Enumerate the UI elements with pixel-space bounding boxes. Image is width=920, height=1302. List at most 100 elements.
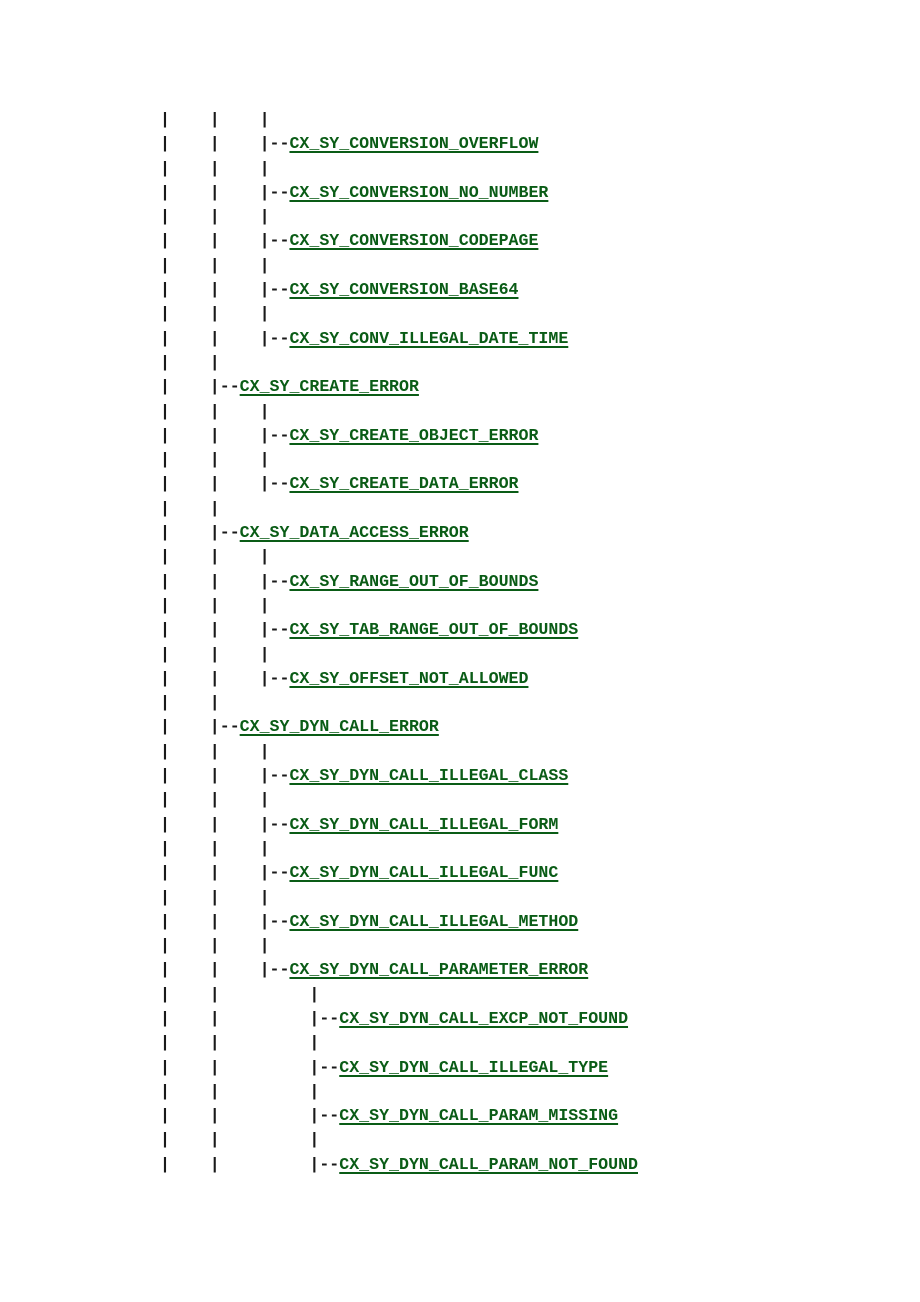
tree-row-connector: | | | (160, 1080, 638, 1104)
tree-branch-glyph: | | |-- (160, 668, 290, 688)
exception-class-link[interactable]: CX_SY_DYN_CALL_ILLEGAL_FUNC (289, 863, 558, 882)
exception-class-link[interactable]: CX_SY_DYN_CALL_PARAM_NOT_FOUND (339, 1155, 638, 1174)
exception-class-link[interactable]: CX_SY_DYN_CALL_ILLEGAL_FORM (289, 815, 558, 834)
exception-class-link[interactable]: CX_SY_OFFSET_NOT_ALLOWED (289, 669, 528, 688)
tree-branch-glyph: | | | (160, 741, 270, 761)
exception-class-link[interactable]: CX_SY_DYN_CALL_ERROR (240, 717, 439, 736)
tree-row-connector: | | | (160, 643, 638, 667)
tree-branch-glyph: | | (160, 498, 220, 518)
exception-class-link[interactable]: CX_SY_DYN_CALL_ILLEGAL_METHOD (289, 912, 578, 931)
tree-branch-glyph: | |-- (160, 523, 240, 543)
tree-row-node: | | |--CX_SY_CONVERSION_BASE64 (160, 278, 638, 302)
tree-branch-glyph: | | |-- (160, 134, 290, 154)
exception-class-link[interactable]: CX_SY_DATA_ACCESS_ERROR (240, 523, 469, 542)
tree-row-node: | | |--CX_SY_CREATE_DATA_ERROR (160, 472, 638, 496)
tree-branch-glyph: | | | (160, 790, 270, 810)
tree-branch-glyph: | | |-- (160, 328, 290, 348)
tree-row-node: | | |--CX_SY_DYN_CALL_PARAMETER_ERROR (160, 958, 638, 982)
tree-row-node: | |--CX_SY_CREATE_ERROR (160, 375, 638, 399)
tree-branch-glyph: | | | (160, 304, 270, 324)
tree-row-node: | | |--CX_SY_DYN_CALL_PARAM_NOT_FOUND (160, 1153, 638, 1177)
tree-branch-glyph: | | |-- (160, 425, 290, 445)
exception-class-link[interactable]: CX_SY_TAB_RANGE_OUT_OF_BOUNDS (289, 620, 578, 639)
tree-branch-glyph: | | | (160, 450, 270, 470)
tree-row-connector: | | | (160, 837, 638, 861)
exception-class-link[interactable]: CX_SY_DYN_CALL_PARAM_MISSING (339, 1106, 618, 1125)
tree-row-connector: | | | (160, 886, 638, 910)
exception-class-link[interactable]: CX_SY_RANGE_OUT_OF_BOUNDS (289, 572, 538, 591)
exception-class-link[interactable]: CX_SY_DYN_CALL_EXCP_NOT_FOUND (339, 1009, 628, 1028)
tree-branch-glyph: | | | (160, 936, 270, 956)
tree-branch-glyph: | | | (160, 547, 270, 567)
exception-class-link[interactable]: CX_SY_CONVERSION_NO_NUMBER (289, 183, 548, 202)
tree-row-connector: | | | (160, 254, 638, 278)
tree-row-node: | |--CX_SY_DATA_ACCESS_ERROR (160, 521, 638, 545)
tree-branch-glyph: | | | (160, 595, 270, 615)
tree-row-node: | | |--CX_SY_DYN_CALL_ILLEGAL_TYPE (160, 1056, 638, 1080)
tree-row-node: | | |--CX_SY_CONVERSION_CODEPAGE (160, 229, 638, 253)
tree-row-node: | | |--CX_SY_DYN_CALL_ILLEGAL_CLASS (160, 764, 638, 788)
tree-row-node: | | |--CX_SY_OFFSET_NOT_ALLOWED (160, 667, 638, 691)
tree-branch-glyph: | | | (160, 255, 270, 275)
tree-row-connector: | | (160, 351, 638, 375)
tree-row-connector: | | | (160, 302, 638, 326)
tree-branch-glyph: | | |-- (160, 960, 290, 980)
tree-branch-glyph: | | (160, 352, 220, 372)
exception-class-link[interactable]: CX_SY_DYN_CALL_PARAMETER_ERROR (289, 960, 588, 979)
exception-class-link[interactable]: CX_SY_CONV_ILLEGAL_DATE_TIME (289, 329, 568, 348)
tree-row-connector: | | (160, 497, 638, 521)
tree-branch-glyph: | | |-- (160, 863, 290, 883)
tree-row-node: | | |--CX_SY_TAB_RANGE_OUT_OF_BOUNDS (160, 618, 638, 642)
tree-branch-glyph: | | | (160, 838, 270, 858)
exception-class-link[interactable]: CX_SY_DYN_CALL_ILLEGAL_CLASS (289, 766, 568, 785)
tree-row-connector: | | | (160, 788, 638, 812)
tree-branch-glyph: | | | (160, 1081, 320, 1101)
tree-branch-glyph: | |-- (160, 377, 240, 397)
tree-row-connector: | | | (160, 1031, 638, 1055)
tree-row-node: | | |--CX_SY_CREATE_OBJECT_ERROR (160, 424, 638, 448)
tree-row-node: | | |--CX_SY_DYN_CALL_ILLEGAL_FORM (160, 813, 638, 837)
tree-branch-glyph: | | |-- (160, 1106, 340, 1126)
tree-row-node: | | |--CX_SY_DYN_CALL_EXCP_NOT_FOUND (160, 1007, 638, 1031)
exception-class-link[interactable]: CX_SY_CREATE_ERROR (240, 377, 419, 396)
exception-class-link[interactable]: CX_SY_CONVERSION_BASE64 (289, 280, 518, 299)
tree-branch-glyph: | | | (160, 158, 270, 178)
tree-row-node: | | |--CX_SY_RANGE_OUT_OF_BOUNDS (160, 570, 638, 594)
tree-row-connector: | | | (160, 157, 638, 181)
tree-row-connector: | | | (160, 448, 638, 472)
tree-row-node: | | |--CX_SY_CONV_ILLEGAL_DATE_TIME (160, 327, 638, 351)
tree-row-connector: | | | (160, 545, 638, 569)
tree-branch-glyph: | | |-- (160, 766, 290, 786)
tree-row-connector: | | | (160, 108, 638, 132)
exception-class-tree: | | | | | |--CX_SY_CONVERSION_OVERFLOW | |… (160, 108, 638, 1177)
tree-branch-glyph: | | |-- (160, 1008, 340, 1028)
tree-branch-glyph: | | | (160, 207, 270, 227)
tree-row-connector: | | (160, 691, 638, 715)
tree-branch-glyph: | | | (160, 984, 320, 1004)
tree-row-node: | | |--CX_SY_CONVERSION_OVERFLOW (160, 132, 638, 156)
exception-class-link[interactable]: CX_SY_CREATE_DATA_ERROR (289, 474, 518, 493)
tree-row-node: | |--CX_SY_DYN_CALL_ERROR (160, 715, 638, 739)
tree-branch-glyph: | | | (160, 887, 270, 907)
tree-row-connector: | | | (160, 740, 638, 764)
tree-row-connector: | | | (160, 1128, 638, 1152)
exception-class-link[interactable]: CX_SY_CONVERSION_OVERFLOW (289, 134, 538, 153)
tree-row-connector: | | | (160, 400, 638, 424)
tree-branch-glyph: | | |-- (160, 911, 290, 931)
exception-class-link[interactable]: CX_SY_CREATE_OBJECT_ERROR (289, 426, 538, 445)
tree-branch-glyph: | |-- (160, 717, 240, 737)
tree-branch-glyph: | | |-- (160, 182, 290, 202)
tree-row-connector: | | | (160, 205, 638, 229)
tree-row-connector: | | | (160, 594, 638, 618)
tree-branch-glyph: | | | (160, 401, 270, 421)
tree-row-node: | | |--CX_SY_DYN_CALL_ILLEGAL_FUNC (160, 861, 638, 885)
exception-class-link[interactable]: CX_SY_DYN_CALL_ILLEGAL_TYPE (339, 1058, 608, 1077)
tree-branch-glyph: | | |-- (160, 474, 290, 494)
exception-class-link[interactable]: CX_SY_CONVERSION_CODEPAGE (289, 231, 538, 250)
tree-branch-glyph: | | |-- (160, 1057, 340, 1077)
tree-branch-glyph: | | |-- (160, 280, 290, 300)
tree-row-connector: | | | (160, 934, 638, 958)
tree-branch-glyph: | | |-- (160, 620, 290, 640)
tree-branch-glyph: | | | (160, 110, 270, 129)
tree-row-node: | | |--CX_SY_DYN_CALL_PARAM_MISSING (160, 1104, 638, 1128)
